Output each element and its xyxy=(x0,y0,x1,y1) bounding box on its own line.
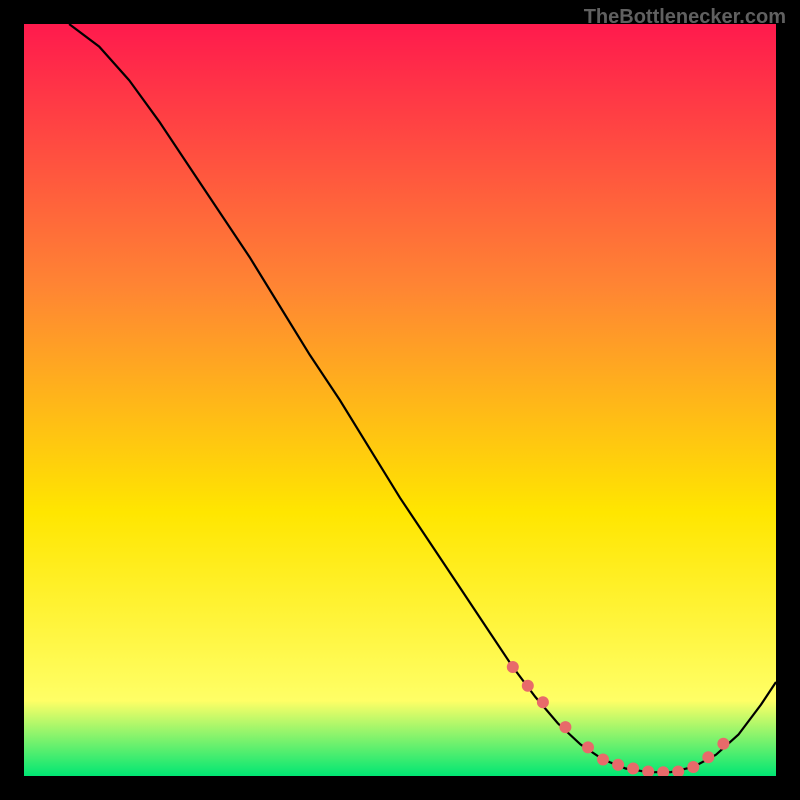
min-region-marker xyxy=(597,754,609,766)
min-region-marker xyxy=(582,741,594,753)
min-region-marker xyxy=(522,680,534,692)
min-region-marker xyxy=(702,751,714,763)
min-region-marker xyxy=(717,738,729,750)
min-region-marker xyxy=(507,661,519,673)
chart-svg xyxy=(24,24,776,776)
min-region-marker xyxy=(627,763,639,775)
chart-plot-area xyxy=(24,24,776,776)
min-region-marker xyxy=(687,761,699,773)
min-region-marker xyxy=(537,696,549,708)
min-region-marker xyxy=(559,721,571,733)
min-region-marker xyxy=(612,759,624,771)
chart-background xyxy=(24,24,776,776)
attribution-text: TheBottlenecker.com xyxy=(584,6,786,29)
